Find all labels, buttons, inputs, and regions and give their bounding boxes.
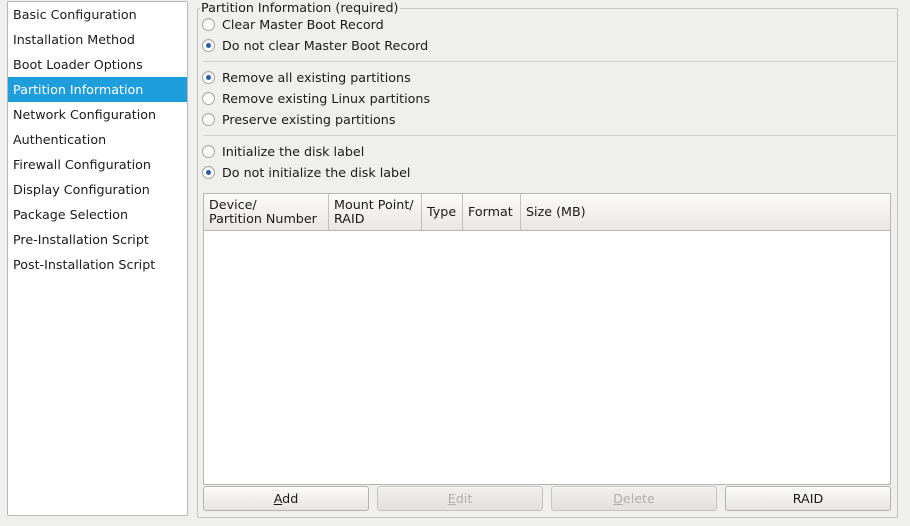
- radio-option-remove-existing-linux-partitions[interactable]: Remove existing Linux partitions: [202, 88, 897, 109]
- category-list[interactable]: Basic Configuration Installation Method Bo…: [7, 1, 188, 516]
- separator-1: [203, 61, 896, 62]
- sidebar-item-display-configuration[interactable]: Display Configuration: [8, 177, 187, 202]
- partitions-table-header: Device/ Partition Number Mount Point/ RAI…: [204, 194, 890, 231]
- partition-information-panel: Partition Information (required) Clear M…: [196, 0, 904, 522]
- radio-option-label: Initialize the disk label: [222, 144, 365, 159]
- radio-button-icon[interactable]: [202, 18, 215, 31]
- radio-option-label: Do not initialize the disk label: [222, 165, 411, 180]
- radio-button-icon[interactable]: [202, 166, 215, 179]
- radio-button-icon[interactable]: [202, 145, 215, 158]
- partition-action-buttons: Add Edit Delete RAID: [203, 486, 891, 511]
- button-label: RAID: [792, 491, 824, 506]
- sidebar-item-firewall-configuration[interactable]: Firewall Configuration: [8, 152, 187, 177]
- delete-button: Delete: [551, 486, 717, 511]
- sidebar-item-package-selection[interactable]: Package Selection: [8, 202, 187, 227]
- radio-button-icon[interactable]: [202, 113, 215, 126]
- master-boot-record-radio-group[interactable]: Clear Master Boot Record Do not clear Mas…: [202, 14, 897, 56]
- radio-option-label: Remove all existing partitions: [222, 70, 411, 85]
- sidebar-item-basic-configuration[interactable]: Basic Configuration: [8, 2, 187, 27]
- radio-button-icon[interactable]: [202, 71, 215, 84]
- radio-option-label: Do not clear Master Boot Record: [222, 38, 429, 53]
- partition-options: Clear Master Boot Record Do not clear Mas…: [202, 14, 897, 183]
- sidebar-item-network-configuration[interactable]: Network Configuration: [8, 102, 187, 127]
- column-header[interactable]: Type: [422, 194, 463, 230]
- radio-option-remove-all-existing-partitions[interactable]: Remove all existing partitions: [202, 67, 897, 88]
- radio-option-clear-master-boot-record[interactable]: Clear Master Boot Record: [202, 14, 897, 35]
- add-button[interactable]: Add: [203, 486, 369, 511]
- edit-button: Edit: [377, 486, 543, 511]
- partitions-table[interactable]: Device/ Partition Number Mount Point/ RAI…: [203, 193, 891, 485]
- radio-option-do-not-initialize-the-disk-label[interactable]: Do not initialize the disk label: [202, 162, 897, 183]
- existing-partitions-radio-group[interactable]: Remove all existing partitions Remove exi…: [202, 67, 897, 130]
- radio-button-icon[interactable]: [202, 39, 215, 52]
- radio-button-icon[interactable]: [202, 92, 215, 105]
- radio-option-label: Preserve existing partitions: [222, 112, 396, 127]
- disk-label-radio-group[interactable]: Initialize the disk label Do not initiali…: [202, 141, 897, 183]
- column-header[interactable]: Mount Point/ RAID: [329, 194, 422, 230]
- sidebar-item-installation-method[interactable]: Installation Method: [8, 27, 187, 52]
- panel-title: Partition Information (required): [200, 0, 401, 15]
- button-label: Edit: [447, 491, 473, 506]
- button-label: Delete: [613, 491, 655, 506]
- separator-2: [203, 135, 896, 136]
- column-header[interactable]: Device/ Partition Number: [204, 194, 329, 230]
- radio-option-label: Clear Master Boot Record: [222, 17, 384, 32]
- radio-option-do-not-clear-master-boot-record[interactable]: Do not clear Master Boot Record: [202, 35, 897, 56]
- sidebar-item-boot-loader-options[interactable]: Boot Loader Options: [8, 52, 187, 77]
- sidebar-item-post-installation-script[interactable]: Post-Installation Script: [8, 252, 187, 277]
- sidebar-item-authentication[interactable]: Authentication: [8, 127, 187, 152]
- column-header[interactable]: Format: [463, 194, 521, 230]
- radio-option-label: Remove existing Linux partitions: [222, 91, 431, 106]
- button-label: Add: [273, 491, 299, 506]
- sidebar-item-pre-installation-script[interactable]: Pre-Installation Script: [8, 227, 187, 252]
- raid-button[interactable]: RAID: [725, 486, 891, 511]
- column-header[interactable]: Size (MB): [521, 194, 890, 230]
- sidebar-item-partition-information[interactable]: Partition Information: [8, 77, 187, 102]
- partitions-table-body[interactable]: [204, 231, 890, 484]
- radio-option-preserve-existing-partitions[interactable]: Preserve existing partitions: [202, 109, 897, 130]
- radio-option-initialize-the-disk-label[interactable]: Initialize the disk label: [202, 141, 897, 162]
